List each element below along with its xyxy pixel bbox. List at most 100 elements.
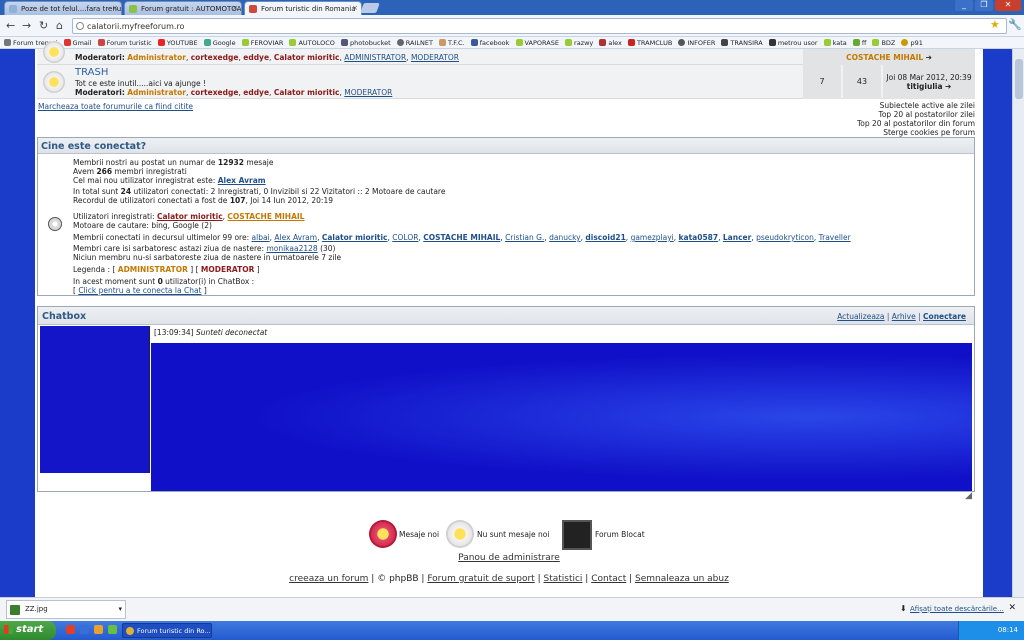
tray-clock: 08:14	[997, 626, 1018, 634]
bookmark-item[interactable]: razwy	[565, 37, 593, 47]
connect-chat-link[interactable]: Click pentru a te conecta la Chat	[78, 286, 201, 295]
quick-links: Subiectele active ale zilei Top 20 al po…	[856, 101, 975, 137]
goto-post-icon[interactable]: ➔	[926, 53, 932, 62]
quicklaunch-icon[interactable]	[94, 625, 103, 634]
connect-link[interactable]: Conectare	[923, 312, 966, 321]
gmail-icon	[63, 39, 71, 46]
forum-description: Tot ce este inutil.....aici va ajunge !	[75, 79, 207, 88]
close-icon[interactable]: ×	[352, 4, 358, 12]
bookmark-item[interactable]: alex	[599, 37, 622, 47]
bookmark-icon	[439, 39, 446, 46]
page-icon	[249, 5, 257, 13]
image-file-icon	[10, 605, 20, 615]
bookmark-item[interactable]: BDZ	[872, 37, 895, 47]
bookmark-item[interactable]: AUTOLOCO	[289, 37, 335, 47]
bookmark-item[interactable]: facebook	[470, 37, 509, 47]
bookmark-item[interactable]: p91	[901, 37, 923, 47]
bookmark-icon	[768, 39, 776, 46]
locked-forum-icon	[562, 520, 592, 550]
browser-toolbar: ← → ↻ ⌂ calatorii.myfreeforum.ro ★ 🔧	[0, 15, 1024, 37]
restore-button[interactable]: ❐	[975, 0, 993, 11]
bookmark-item[interactable]: T.F.C.	[439, 37, 465, 47]
bookmark-item[interactable]: VAPORASE	[515, 37, 559, 47]
bookmark-icon	[599, 39, 607, 46]
who-is-online-panel: Cine este conectat? Membrii nostri au po…	[37, 137, 975, 296]
bookmark-item[interactable]: INFOFER	[678, 37, 715, 47]
new-posts-flower-icon	[369, 520, 397, 548]
bookmark-star-icon[interactable]: ★	[990, 18, 1000, 31]
close-window-button[interactable]: ✕	[995, 0, 1021, 11]
address-bar[interactable]: calatorii.myfreeforum.ro	[72, 18, 1007, 34]
forward-icon[interactable]: →	[22, 19, 31, 32]
bookmark-item[interactable]: Forum turistic	[97, 37, 152, 47]
bookmark-icon	[852, 39, 860, 46]
bookmark-item[interactable]: Gmail	[63, 37, 92, 47]
bookmark-item[interactable]: kata	[823, 37, 847, 47]
scrollbar-thumb[interactable]	[1015, 59, 1023, 99]
tab-poze[interactable]: Poze de tot felul....fara trenu ×	[4, 1, 122, 15]
chevron-down-icon[interactable]: ▾	[118, 605, 122, 613]
footer-links: creeaza un forum | © phpBB | Forum gratu…	[289, 574, 729, 584]
close-icon[interactable]: ×	[232, 4, 238, 12]
minimize-button[interactable]: _	[955, 0, 973, 11]
bookmark-item[interactable]: YOUTUBE	[157, 37, 198, 47]
page-scrollbar[interactable]	[1012, 49, 1024, 597]
last-post-cell: COSTACHE MIHAIL ➔	[803, 49, 975, 65]
windows-logo-icon	[4, 625, 13, 634]
bookmark-item[interactable]: ff	[852, 37, 866, 47]
bookmark-item[interactable]: FEROVIAR	[241, 37, 283, 47]
panel-title: Cine este conectat?	[38, 138, 974, 154]
show-all-downloads-link[interactable]: Afișați toate descărcările...	[910, 605, 1004, 613]
online-users-icon	[48, 217, 62, 231]
legend-roles: Legenda : [ ADMINISTRATOR ] [ MODERATOR …	[73, 265, 260, 274]
bookmarks-bar: Forum trenuri Gmail Forum turistic YOUTU…	[0, 37, 1024, 49]
bookmark-item[interactable]: TRANSIRA	[721, 37, 763, 47]
page-icon	[129, 5, 137, 13]
close-icon[interactable]: ✕	[1008, 603, 1016, 613]
forum-icons-legend: Mesaje noi Nu sunt mesaje noi Forum Bloc…	[35, 515, 983, 555]
archive-link[interactable]: Arhive	[892, 312, 916, 321]
bookmark-item[interactable]: Google	[203, 37, 236, 47]
new-tab-button[interactable]	[360, 3, 380, 13]
bookmark-item[interactable]: metrou usor	[768, 37, 818, 47]
quicklaunch-icon[interactable]	[66, 625, 75, 634]
reload-icon[interactable]: ↻	[39, 19, 48, 32]
quicklaunch-icon[interactable]	[108, 625, 117, 634]
bookmark-icon	[396, 39, 404, 46]
resize-handle-icon[interactable]: ◢	[965, 491, 972, 501]
bookmark-item[interactable]: photobucket	[341, 37, 391, 47]
mark-all-read-link[interactable]: Marcheaza toate forumurile ca fiind citi…	[38, 102, 193, 111]
goto-post-icon[interactable]: ➔	[945, 82, 951, 91]
forum-moderators: Moderatori: Administrator, cortexedge, e…	[75, 53, 459, 62]
bookmark-icon	[341, 39, 348, 46]
wrench-icon[interactable]: 🔧	[1008, 18, 1022, 31]
taskbar-window-button[interactable]: Forum turistic din Ro...	[122, 623, 212, 638]
download-item[interactable]: ZZ.jpg ▾	[6, 600, 126, 619]
bookmark-icon	[678, 39, 686, 46]
tab-forum-turistic[interactable]: Forum turistic din Romania ×	[244, 1, 362, 15]
back-icon[interactable]: ←	[6, 19, 15, 32]
tab-automotoai[interactable]: Forum gratuit : AUTOMOTOAI ×	[124, 1, 242, 15]
bookmark-item[interactable]: RAILNET	[396, 37, 433, 47]
home-icon[interactable]: ⌂	[56, 19, 63, 32]
chatbox-users-list	[40, 326, 150, 473]
close-icon[interactable]: ×	[112, 4, 118, 12]
forum-title[interactable]: TRASH	[75, 67, 108, 78]
start-button[interactable]: start	[0, 621, 56, 640]
admin-panel-link[interactable]: Panou de administrare	[35, 553, 983, 563]
youtube-icon	[157, 39, 165, 46]
globe-icon	[76, 22, 84, 30]
download-arrow-icon: ⬇	[900, 604, 907, 613]
forum-moderators: Moderatori: Administrator, cortexedge, e…	[75, 88, 393, 97]
bookmark-icon	[97, 39, 105, 46]
browser-tabbar: Poze de tot felul....fara trenu × Forum g…	[0, 0, 1024, 15]
forum-row-trash: TRASH Tot ce este inutil.....aici va aju…	[37, 65, 975, 99]
bookmark-item[interactable]: TRAMCLUB	[627, 37, 672, 47]
bookmark-icon	[721, 39, 729, 46]
page-icon	[9, 5, 17, 13]
quicklaunch-icon[interactable]	[80, 625, 89, 634]
chatbox-messages-area	[151, 343, 972, 491]
refresh-link[interactable]: Actualizeaza	[837, 312, 884, 321]
bookmark-icon	[565, 39, 573, 46]
bookmark-icon	[823, 39, 831, 46]
